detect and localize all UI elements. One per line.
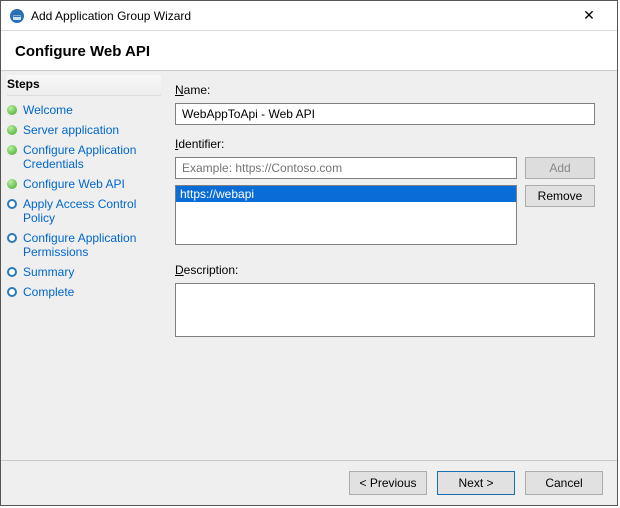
sidebar-step[interactable]: Complete <box>7 282 161 302</box>
step-label: Server application <box>23 123 159 137</box>
cancel-button[interactable]: Cancel <box>525 471 603 495</box>
page-title: Configure Web API <box>15 43 603 60</box>
close-icon[interactable]: ✕ <box>569 7 609 24</box>
steps-list: Welcome Server application Configure Appli… <box>7 100 161 302</box>
step-pending-icon <box>7 199 17 209</box>
step-done-icon <box>7 179 17 189</box>
page-header: Configure Web API <box>1 31 617 71</box>
name-input[interactable] <box>175 103 595 125</box>
sidebar-step[interactable]: Configure Web API <box>7 174 161 194</box>
identifier-list[interactable]: https://webapi <box>175 185 517 245</box>
sidebar-step[interactable]: Configure Application Credentials <box>7 140 161 174</box>
step-label: Configure Web API <box>23 177 159 191</box>
description-label: Description: <box>175 263 603 277</box>
step-pending-icon <box>7 233 17 243</box>
sidebar-step[interactable]: Welcome <box>7 100 161 120</box>
sidebar-step[interactable]: Server application <box>7 120 161 140</box>
wizard-footer: < Previous Next > Cancel <box>1 460 617 505</box>
step-done-icon <box>7 105 17 115</box>
steps-heading: Steps <box>7 75 161 96</box>
identifier-label: Identifier: <box>175 137 603 151</box>
next-button[interactable]: Next > <box>437 471 515 495</box>
steps-sidebar: Steps Welcome Server application Configure… <box>1 71 161 460</box>
step-done-icon <box>7 145 17 155</box>
step-label: Apply Access Control Policy <box>23 197 159 225</box>
wizard-window: Add Application Group Wizard ✕ Configure… <box>0 0 618 506</box>
sidebar-step[interactable]: Apply Access Control Policy <box>7 194 161 228</box>
step-done-icon <box>7 125 17 135</box>
step-label: Summary <box>23 265 159 279</box>
sidebar-step[interactable]: Configure Application Permissions <box>7 228 161 262</box>
titlebar: Add Application Group Wizard ✕ <box>1 1 617 31</box>
step-label: Complete <box>23 285 159 299</box>
app-icon <box>9 8 25 24</box>
sidebar-step[interactable]: Summary <box>7 262 161 282</box>
form-area: Name: Identifier: Add https://webapi Rem… <box>161 71 617 460</box>
identifier-input[interactable] <box>175 157 517 179</box>
remove-button[interactable]: Remove <box>525 185 595 207</box>
body-area: Steps Welcome Server application Configure… <box>1 71 617 460</box>
identifier-list-item[interactable]: https://webapi <box>176 186 516 202</box>
step-label: Welcome <box>23 103 159 117</box>
previous-button[interactable]: < Previous <box>349 471 427 495</box>
window-title: Add Application Group Wizard <box>31 9 569 23</box>
step-pending-icon <box>7 267 17 277</box>
add-button[interactable]: Add <box>525 157 595 179</box>
description-input[interactable] <box>175 283 595 337</box>
step-label: Configure Application Permissions <box>23 231 159 259</box>
step-label: Configure Application Credentials <box>23 143 159 171</box>
name-label: Name: <box>175 83 603 97</box>
step-pending-icon <box>7 287 17 297</box>
